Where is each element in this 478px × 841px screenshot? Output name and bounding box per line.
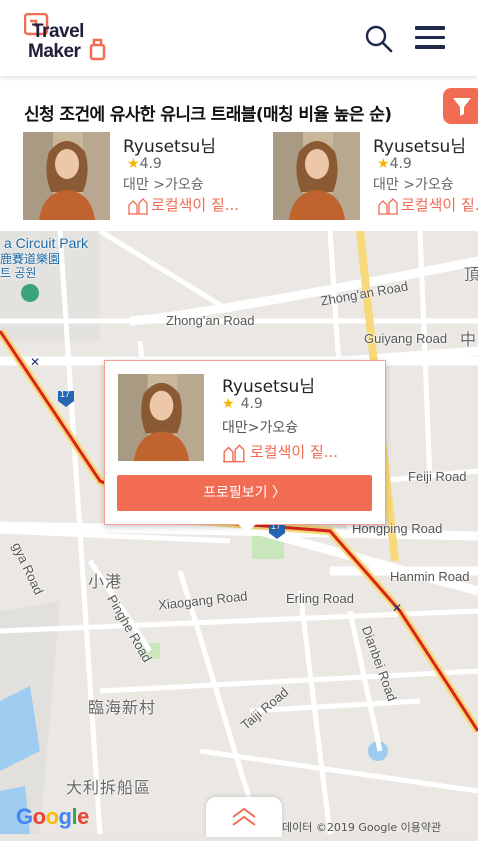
- google-letter: o: [45, 804, 59, 829]
- search-icon: [365, 25, 393, 53]
- popup-tag-text: 로컬색이 짙...: [250, 443, 339, 461]
- map-label-hanmin-road: Hanmin Road: [390, 569, 470, 584]
- guide-photo: [273, 132, 360, 220]
- google-letter: g: [58, 804, 72, 829]
- view-profile-button[interactable]: 프로필보기 〉: [117, 475, 372, 511]
- map-label-guiyang-road: Guiyang Road: [364, 331, 448, 346]
- guide-rating: ★4.9: [377, 156, 412, 172]
- expand-list-button[interactable]: [206, 797, 282, 837]
- star-icon: ★: [127, 156, 140, 172]
- menu-bar: [415, 35, 445, 39]
- filter-icon: [453, 98, 471, 116]
- rating-value: 4.9: [389, 156, 412, 172]
- guide-location: 대만 >가오슝: [373, 177, 454, 193]
- logo-text-travel: Travel: [32, 21, 84, 42]
- map-label-zhong: 中: [460, 332, 478, 349]
- star-icon: ★: [222, 396, 235, 412]
- guide-card[interactable]: Ryusetsu님 ★4.9 대만 >가오슝 로컬색이 짙...: [273, 132, 478, 222]
- google-letter: e: [77, 804, 89, 829]
- map-label-circuit-park: a Circuit Park: [4, 235, 89, 251]
- highway-shield-label: 17: [60, 389, 71, 399]
- guide-tag: 로컬색이 짙...: [127, 194, 239, 215]
- google-logo: Google: [16, 804, 89, 830]
- guide-map-popup[interactable]: Ryusetsu님 ★ 4.9 대만>가오슝 로컬색이 짙... 프로필보기 〉: [104, 360, 386, 533]
- map-label-dali-cn: 大利拆船區: [66, 780, 152, 797]
- guide-tag: 로컬색이 짙...: [377, 194, 478, 215]
- guide-card[interactable]: Ryusetsu님 ★4.9 대만 >가오슝 로컬색이 짙...: [23, 132, 263, 222]
- map-label-erling-road: Erling Road: [286, 591, 354, 606]
- star-icon: ★: [377, 156, 390, 172]
- recommendation-title: 신청 조건에 유사한 유니크 트래블(매칭 비율 높은 순): [24, 105, 392, 125]
- map-attribution[interactable]: 데이터 ©2019 Google 이용약관: [282, 819, 441, 835]
- guide-name: Ryusetsu님: [373, 137, 466, 157]
- map-label-linhai-cn: 臨海新村: [88, 700, 157, 717]
- logo-text-maker: Maker: [28, 41, 81, 62]
- popup-guide-tag: 로컬색이 짙...: [222, 441, 338, 463]
- recommendation-strip: 신청 조건에 유사한 유니크 트래블(매칭 비율 높은 순) Ryusetsu님…: [0, 76, 478, 231]
- google-letter: G: [16, 804, 33, 829]
- popup-guide-name: Ryusetsu님: [222, 377, 315, 397]
- map-label-xiaogang-cn: 小港: [88, 574, 123, 591]
- guide-photo: [23, 132, 110, 220]
- menu-bar: [415, 45, 445, 49]
- rating-value: 4.9: [240, 396, 263, 412]
- map-label-circuit-kr: 트 공원: [0, 266, 37, 280]
- guide-tag-text: 로컬색이 짙...: [151, 196, 240, 214]
- popup-guide-location: 대만>가오슝: [222, 420, 299, 436]
- hamburger-menu-button[interactable]: [415, 26, 445, 50]
- local-tag-icon: [378, 197, 398, 215]
- map-label-feiji-road: Feiji Road: [408, 469, 467, 484]
- svg-text:✕: ✕: [30, 355, 40, 369]
- guide-name: Ryusetsu님: [123, 137, 216, 157]
- guide-rating: ★4.9: [127, 156, 162, 172]
- rating-value: 4.9: [139, 156, 162, 172]
- local-tag-icon: [128, 197, 148, 215]
- map-label-zhongan-road: Zhong'an Road: [166, 313, 255, 328]
- filter-button[interactable]: [443, 88, 478, 124]
- double-chevron-up-icon: [232, 807, 256, 826]
- guide-photo: [117, 374, 205, 461]
- google-letter: o: [32, 804, 46, 829]
- guide-tag-text: 로컬색이 짙...: [401, 196, 478, 214]
- menu-bar: [415, 26, 445, 30]
- popup-guide-rating: ★ 4.9: [222, 396, 263, 412]
- svg-text:✕: ✕: [392, 601, 402, 615]
- travel-maker-logo[interactable]: Travel Maker: [24, 13, 108, 65]
- local-tag-icon: [223, 443, 245, 462]
- search-button[interactable]: [364, 24, 394, 54]
- map-label-ding: 頂: [464, 267, 478, 284]
- guide-location: 대만 >가오슝: [123, 177, 204, 193]
- app-header: Travel Maker: [0, 0, 478, 76]
